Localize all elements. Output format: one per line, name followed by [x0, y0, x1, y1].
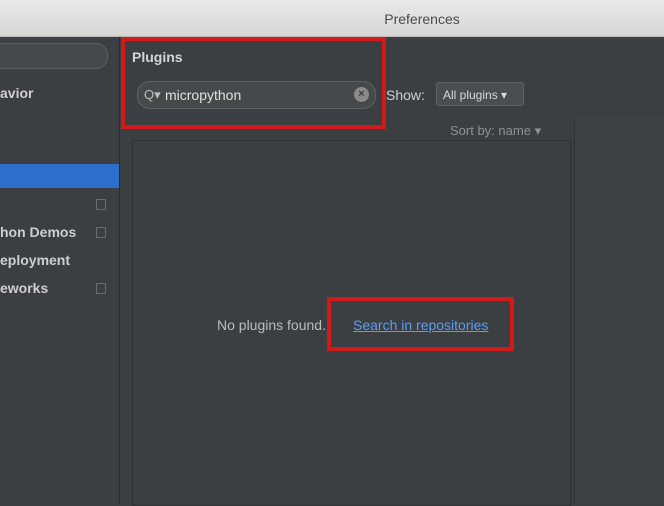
sort-by-dropdown[interactable]: Sort by: name ▾ [450, 123, 541, 139]
chevron-down-icon: ▾ [501, 88, 508, 102]
empty-state-message: No plugins found. [217, 317, 326, 333]
sidebar-item-project[interactable] [0, 192, 119, 216]
window-titlebar: Preferences [0, 0, 664, 37]
sidebar-item-selected[interactable] [0, 164, 119, 188]
sidebar-item-frameworks[interactable]: eworks [0, 276, 119, 300]
sort-by-label: Sort by: name [450, 123, 531, 138]
show-filter-dropdown[interactable]: All plugins ▾ [436, 82, 524, 106]
sidebar-item-python-demos[interactable]: hon Demos [0, 220, 119, 244]
settings-sidebar: avior hon Demos eployment eworks [0, 37, 120, 504]
show-filter-value: All plugins [443, 88, 498, 102]
sidebar-item-label: hon Demos [0, 224, 77, 240]
sidebar-search-input[interactable] [0, 43, 108, 69]
copy-icon [96, 199, 106, 210]
sidebar-item-behavior[interactable]: avior [0, 81, 119, 105]
sidebar-item-label: avior [0, 85, 34, 101]
sidebar-item-label: eployment [0, 252, 71, 268]
search-highlight-box [121, 37, 386, 129]
chevron-down-icon: ▾ [534, 123, 542, 138]
window-title: Preferences [384, 11, 460, 27]
copy-icon [96, 283, 106, 294]
sidebar-item-deployment[interactable]: eployment [0, 248, 119, 272]
copy-icon [96, 227, 106, 238]
link-highlight-box [327, 297, 514, 351]
show-filter-label: Show: [386, 87, 425, 103]
sidebar-item-label: eworks [0, 280, 49, 296]
plugin-details-panel [574, 117, 664, 504]
